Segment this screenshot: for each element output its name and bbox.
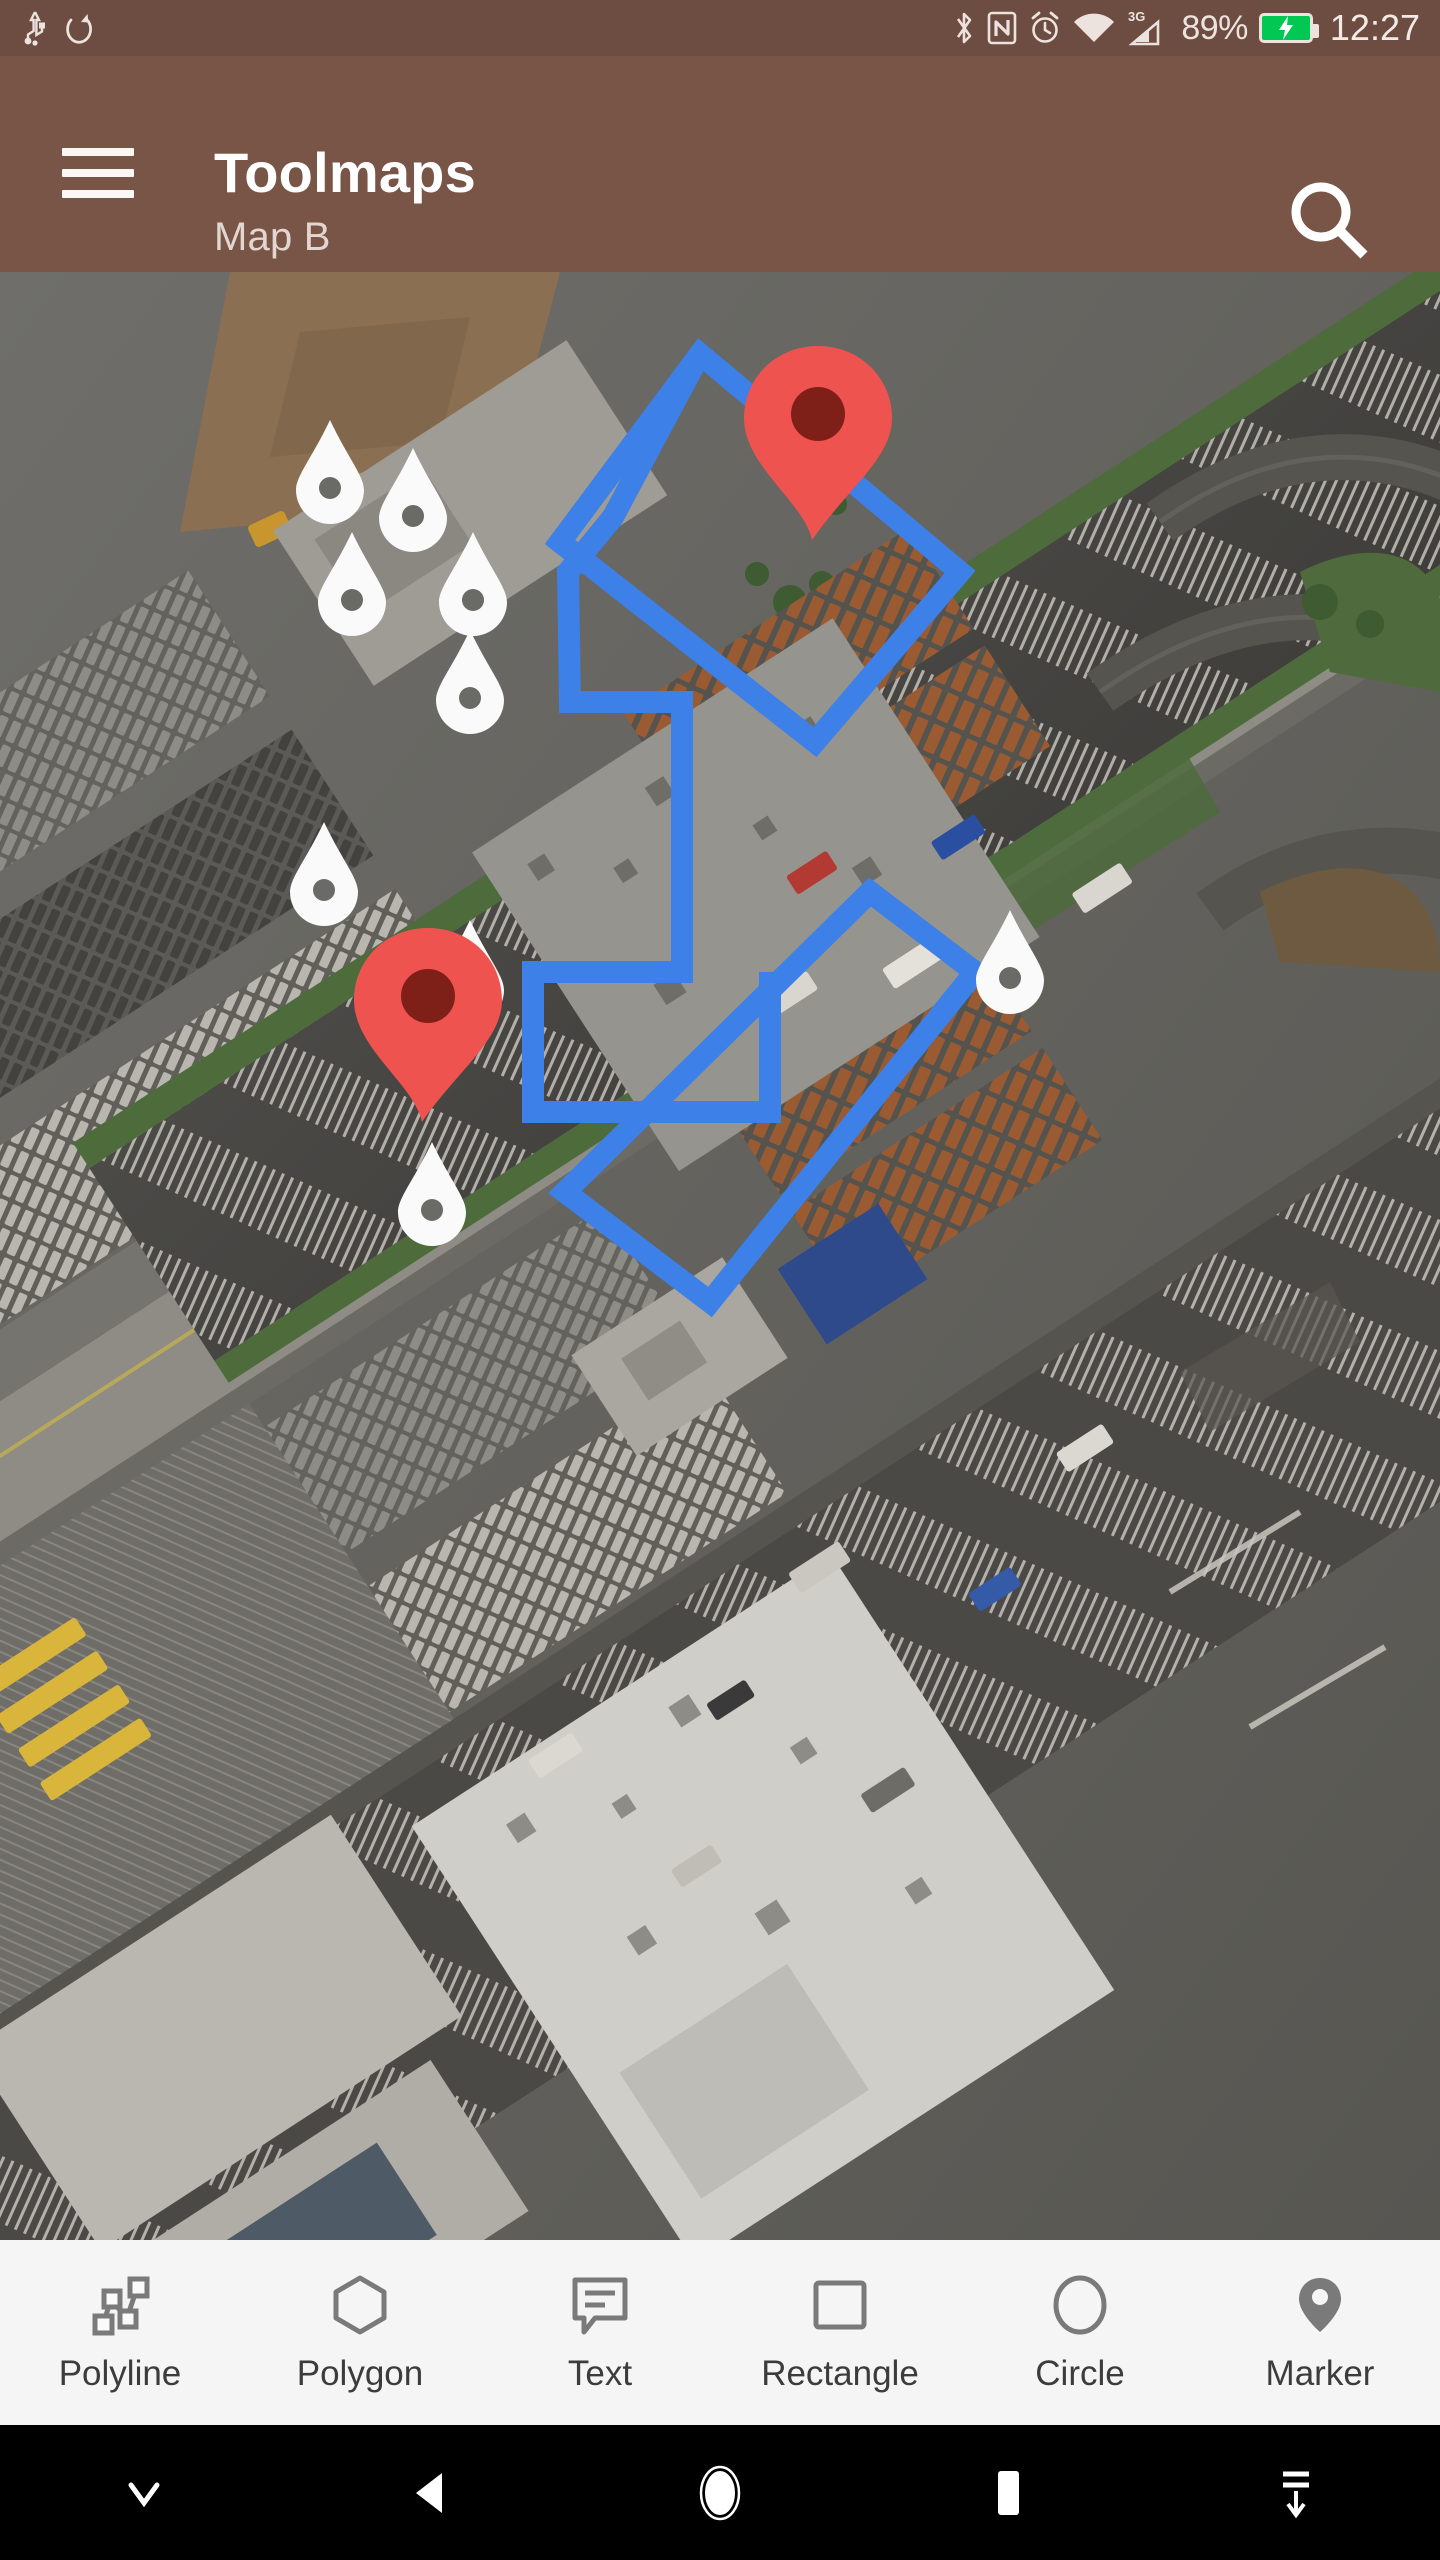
app-bar: Toolmaps Map B	[0, 56, 1440, 272]
mobile-signal-icon: 3G	[1128, 9, 1160, 46]
polyline-icon	[89, 2274, 151, 2336]
satellite-imagery	[0, 272, 1440, 2240]
status-bar: 3G 89% 12:27	[0, 0, 1440, 56]
collapse-down-icon	[1283, 2471, 1309, 2518]
status-bar-left-icons	[22, 9, 94, 47]
tool-label: Rectangle	[761, 2354, 919, 2393]
pulldown-button[interactable]	[1152, 2463, 1440, 2523]
hide-keyboard-button[interactable]	[0, 2463, 288, 2523]
rectangle-icon	[809, 2274, 871, 2336]
tool-label: Text	[567, 2354, 633, 2393]
tool-marker[interactable]: Marker	[1200, 2240, 1440, 2425]
recents-button[interactable]	[864, 2463, 1152, 2523]
sync-icon	[66, 14, 92, 44]
chevron-down-icon	[128, 2482, 160, 2507]
tool-circle[interactable]: Circle	[960, 2240, 1200, 2425]
tool-text[interactable]: Text	[480, 2240, 720, 2425]
back-button[interactable]	[288, 2463, 576, 2523]
system-navigation-bar	[0, 2425, 1440, 2560]
home-circle-icon	[699, 2465, 741, 2520]
status-bar-clock: 12:27	[1329, 7, 1420, 48]
nfc-icon	[988, 11, 1017, 45]
hamburger-line	[62, 169, 134, 177]
drawing-tools-toolbar: Polyline Polygon Text Rectangle Circle M…	[0, 2240, 1440, 2425]
battery-percent-label: 89%	[1181, 9, 1248, 47]
wifi-icon	[1074, 13, 1115, 42]
hamburger-menu-icon[interactable]	[62, 148, 134, 198]
text-bubble-icon	[569, 2274, 631, 2336]
status-bar-right-icons: 3G 89% 12:27	[952, 8, 1420, 48]
recents-square-icon	[998, 2470, 1019, 2515]
home-button[interactable]	[576, 2463, 864, 2523]
bluetooth-icon	[957, 12, 972, 44]
circle-icon	[1049, 2274, 1111, 2336]
map-canvas[interactable]	[0, 272, 1440, 2240]
marker-pin-icon	[1289, 2274, 1351, 2336]
tool-label: Marker	[1265, 2354, 1375, 2393]
battery-icon	[1258, 13, 1319, 43]
phone-screen: 3G 89% 12:27 Toolmaps Map B Polyline Pol…	[0, 0, 1440, 2560]
usb-icon	[24, 11, 45, 46]
hamburger-line	[62, 148, 134, 156]
svg-text:3G: 3G	[1128, 9, 1145, 24]
tool-label: Circle	[1035, 2354, 1125, 2393]
tool-label: Polygon	[296, 2354, 424, 2393]
back-triangle-icon	[416, 2472, 442, 2513]
hamburger-line	[62, 190, 134, 198]
tool-rectangle[interactable]: Rectangle	[720, 2240, 960, 2425]
app-bar-titles: Toolmaps Map B	[214, 141, 476, 261]
page-title: Toolmaps	[214, 141, 476, 204]
search-icon[interactable]	[1282, 174, 1378, 270]
tool-polygon[interactable]: Polygon	[240, 2240, 480, 2425]
polygon-icon	[329, 2274, 391, 2336]
tool-label: Polyline	[58, 2354, 182, 2393]
tool-polyline[interactable]: Polyline	[0, 2240, 240, 2425]
page-subtitle: Map B	[214, 214, 331, 259]
alarm-icon	[1031, 11, 1059, 43]
